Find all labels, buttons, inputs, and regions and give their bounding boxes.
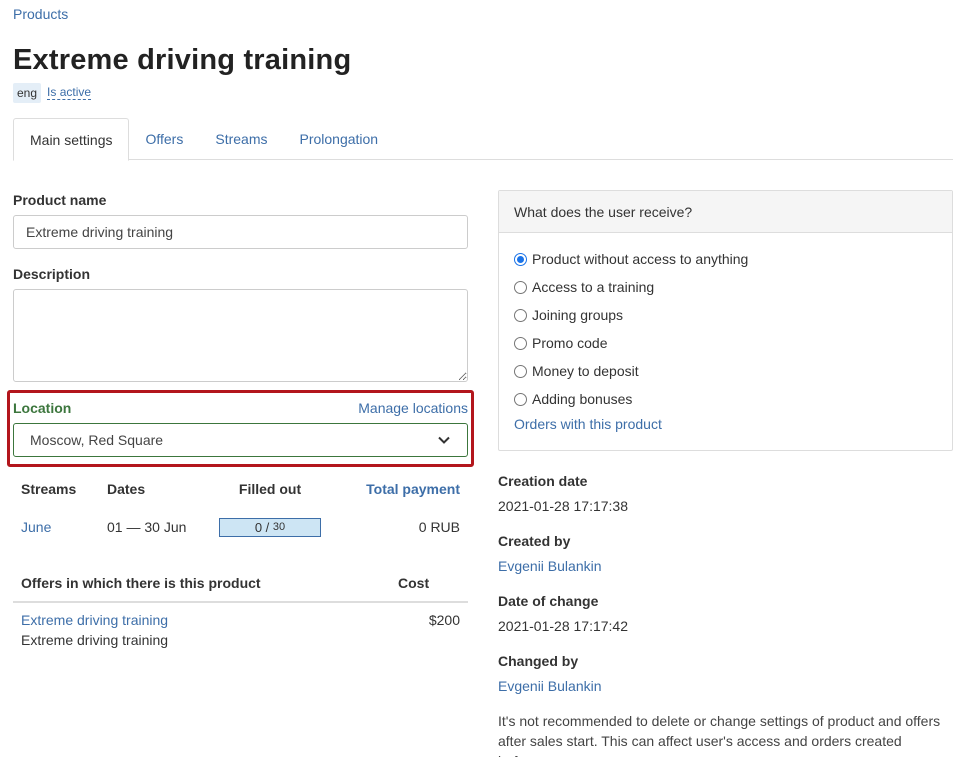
stream-dates: 01 — 30 Jun bbox=[107, 519, 187, 535]
receive-panel: What does the user receive? Product with… bbox=[498, 190, 953, 451]
tab-main-settings[interactable]: Main settings bbox=[13, 118, 130, 161]
changed-by-label: Changed by bbox=[498, 653, 579, 669]
stream-link-june[interactable]: June bbox=[13, 519, 107, 535]
offer-subtitle: Extreme driving training bbox=[21, 632, 169, 648]
manage-locations-link[interactable]: Manage locations bbox=[358, 400, 468, 416]
radio-label: Adding bonuses bbox=[532, 391, 633, 407]
description-textarea[interactable] bbox=[13, 289, 468, 382]
radio-no-access[interactable]: Product without access to anything bbox=[514, 251, 748, 267]
filled-cell: 0 / 30 bbox=[215, 517, 325, 537]
radio-checked-icon bbox=[514, 252, 527, 266]
warning-note: It's not recommended to delete or change… bbox=[498, 713, 941, 757]
radio-money-deposit[interactable]: Money to deposit bbox=[514, 363, 639, 379]
radio-label: Joining groups bbox=[532, 307, 624, 323]
created-by-link[interactable]: Evgenii Bulankin bbox=[498, 558, 602, 574]
change-date-value: 2021-01-28 17:17:42 bbox=[498, 618, 628, 634]
radio-label: Access to a training bbox=[532, 279, 655, 295]
status-badges: eng Is active bbox=[13, 83, 92, 103]
stream-payment: 0 RUB bbox=[418, 519, 460, 535]
radio-label: Product without access to anything bbox=[532, 251, 749, 267]
streams-table: Streams Dates Filled out Total payment J… bbox=[13, 474, 468, 550]
tab-bar: Main settings Offers Streams Prolongatio… bbox=[13, 118, 953, 161]
receive-panel-title: What does the user receive? bbox=[499, 191, 952, 233]
creation-date-value: 2021-01-28 17:17:38 bbox=[498, 498, 628, 514]
table-row: June 01 — 30 Jun 0 / 30 0 RUB bbox=[13, 504, 468, 550]
change-date-label: Date of change bbox=[498, 593, 599, 609]
radio-icon bbox=[514, 280, 527, 294]
breadcrumb-products[interactable]: Products bbox=[13, 6, 68, 22]
radio-icon bbox=[514, 308, 527, 322]
radio-adding-bonuses[interactable]: Adding bonuses bbox=[514, 391, 632, 407]
product-name-label: Product name bbox=[13, 192, 107, 208]
description-label: Description bbox=[13, 266, 91, 282]
tab-streams[interactable]: Streams bbox=[199, 118, 283, 160]
active-status-toggle[interactable]: Is active bbox=[47, 86, 92, 100]
streams-table-header: Streams Dates Filled out Total payment bbox=[13, 474, 468, 504]
page-title: Extreme driving training bbox=[13, 44, 352, 76]
radio-icon bbox=[514, 364, 527, 378]
created-by-label: Created by bbox=[498, 533, 571, 549]
radio-icon bbox=[514, 392, 527, 406]
creation-date-label: Creation date bbox=[498, 473, 588, 489]
radio-icon bbox=[514, 336, 527, 350]
chevron-down-icon bbox=[438, 436, 450, 444]
col-offers: Offers in which there is this product bbox=[21, 575, 261, 591]
offer-link[interactable]: Extreme driving training bbox=[21, 612, 168, 628]
orders-with-product-link[interactable]: Orders with this product bbox=[514, 416, 662, 432]
changed-by-link[interactable]: Evgenii Bulankin bbox=[498, 678, 602, 694]
product-name-input[interactable] bbox=[13, 215, 468, 249]
tab-prolongation[interactable]: Prolongation bbox=[283, 118, 394, 160]
radio-promo-code[interactable]: Promo code bbox=[514, 335, 607, 351]
location-select-value: Moscow, Red Square bbox=[30, 432, 164, 448]
radio-label: Promo code bbox=[532, 335, 608, 351]
filled-capacity: 30 bbox=[272, 521, 286, 533]
location-label: Location bbox=[13, 400, 72, 416]
col-filled-out: Filled out bbox=[238, 481, 302, 497]
radio-label: Money to deposit bbox=[532, 363, 639, 379]
offers-table-header: Offers in which there is this product Co… bbox=[13, 568, 468, 603]
language-badge: eng bbox=[13, 83, 42, 103]
tab-offers[interactable]: Offers bbox=[129, 118, 199, 160]
filled-count: 0 bbox=[254, 519, 263, 535]
filled-progress-bar: 0 / 30 bbox=[219, 517, 321, 537]
col-streams: Streams bbox=[21, 481, 77, 497]
offer-cost: $200 bbox=[428, 612, 460, 628]
radio-joining-groups[interactable]: Joining groups bbox=[514, 307, 623, 323]
location-select[interactable]: Moscow, Red Square bbox=[13, 423, 468, 457]
col-cost: Cost bbox=[398, 575, 430, 591]
col-total-payment[interactable]: Total payment bbox=[325, 481, 468, 497]
col-dates: Dates bbox=[107, 481, 146, 497]
radio-access-training[interactable]: Access to a training bbox=[514, 279, 654, 295]
